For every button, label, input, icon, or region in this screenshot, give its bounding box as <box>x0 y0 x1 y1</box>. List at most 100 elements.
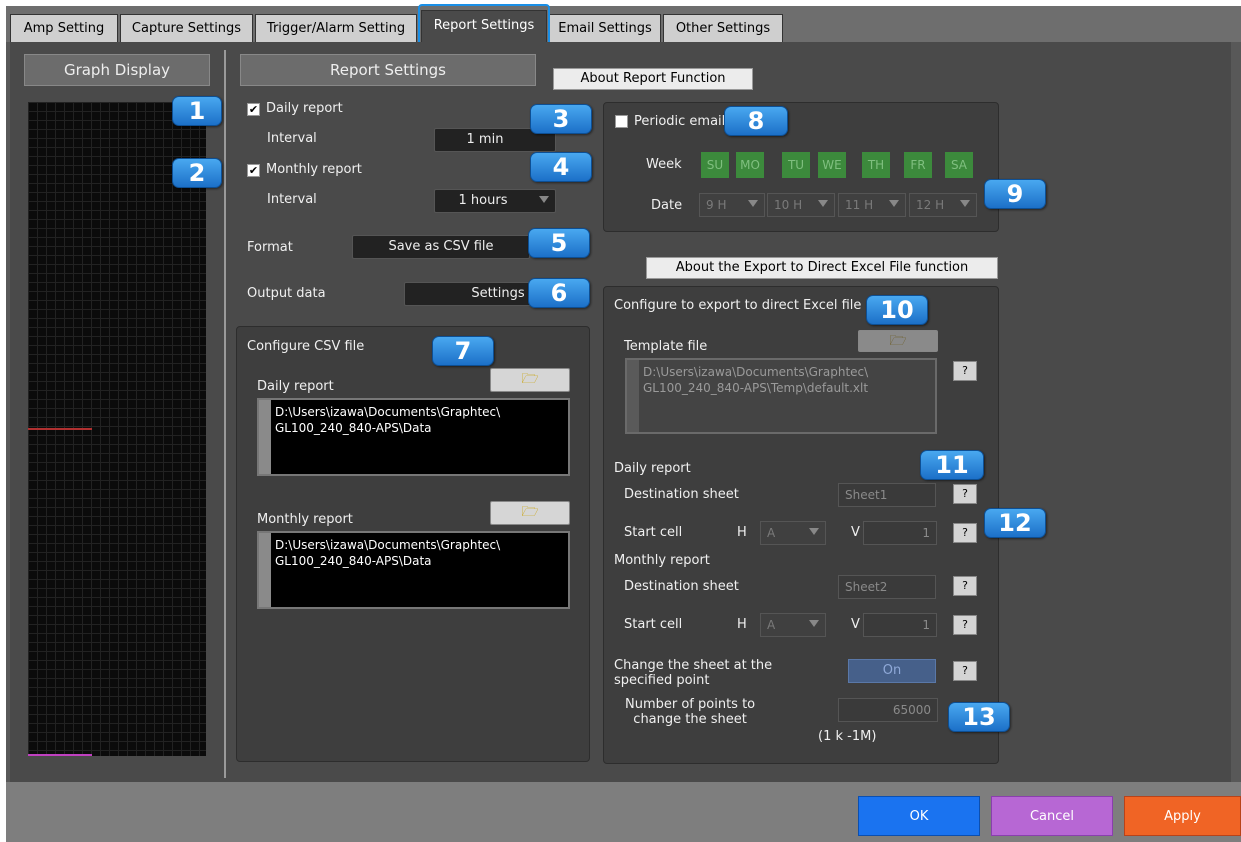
template-path-text: D:\Users\izawa\Documents\Graphtec\ GL100… <box>643 364 868 396</box>
day-th[interactable]: TH <box>862 152 890 178</box>
excel-daily-h-label: H <box>737 525 747 540</box>
hour-select-4-value: 12 H <box>916 198 945 212</box>
day-tu[interactable]: TU <box>782 152 810 178</box>
hour-select-1[interactable]: 9 H <box>699 193 765 217</box>
csv-daily-folder-button[interactable]: 🗁 <box>490 368 570 392</box>
hour-select-2-value: 10 H <box>774 198 803 212</box>
about-report-function-button[interactable]: About Report Function <box>553 68 753 90</box>
csv-monthly-folder-button[interactable]: 🗁 <box>490 501 570 525</box>
excel-daily-h-select[interactable]: A <box>760 521 826 545</box>
monthly-report-checkbox[interactable]: ✔ <box>247 164 260 177</box>
csv-monthly-path[interactable]: D:\Users\izawa\Documents\Graphtec\ GL100… <box>257 531 570 609</box>
points-label-line2: change the sheet <box>633 712 747 727</box>
folder-icon: 🗁 <box>521 504 539 520</box>
tab-trigger-alarm-setting[interactable]: Trigger/Alarm Setting <box>255 14 417 42</box>
csv-daily-label: Daily report <box>257 379 334 394</box>
excel-daily-dest-input[interactable]: Sheet1 <box>838 483 936 507</box>
cancel-button[interactable]: Cancel <box>991 796 1113 836</box>
tab-other-settings[interactable]: Other Settings <box>663 14 783 42</box>
csv-monthly-path-line2: GL100_240_840-APS\Data <box>275 554 432 568</box>
daily-report-checkbox[interactable]: ✔ <box>247 103 260 116</box>
badge-10: 10 <box>866 295 928 325</box>
badge-5: 5 <box>528 228 590 258</box>
template-path-line1: D:\Users\izawa\Documents\Graphtec\ <box>643 365 869 379</box>
hour-select-2[interactable]: 10 H <box>767 193 835 217</box>
path-grip <box>259 400 271 474</box>
periodic-email-label: Periodic email <box>634 114 726 129</box>
csv-daily-path[interactable]: D:\Users\izawa\Documents\Graphtec\ GL100… <box>257 398 570 476</box>
excel-monthly-label: Monthly report <box>614 553 710 568</box>
graph-trace-red <box>28 428 92 430</box>
graph-trace-magenta <box>28 754 92 756</box>
points-label: Number of points to change the sheet <box>625 697 755 727</box>
csv-panel-title: Configure CSV file <box>247 339 365 354</box>
day-mo[interactable]: MO <box>736 152 764 178</box>
template-path-line2: GL100_240_840-APS\Temp\default.xlt <box>643 381 869 395</box>
graph-display <box>28 102 206 756</box>
monthly-interval-value: 1 hours <box>458 193 508 208</box>
day-we[interactable]: WE <box>818 152 846 178</box>
ok-button[interactable]: OK <box>858 796 980 836</box>
excel-daily-dest-help-button[interactable]: ? <box>953 484 977 504</box>
badge-13: 13 <box>948 702 1010 732</box>
template-file-path[interactable]: D:\Users\izawa\Documents\Graphtec\ GL100… <box>625 358 937 434</box>
excel-monthly-h-value: A <box>767 618 776 632</box>
periodic-email-checkbox[interactable] <box>615 115 628 128</box>
monthly-interval-select[interactable]: 1 hours <box>434 189 556 213</box>
csv-monthly-label: Monthly report <box>257 512 353 527</box>
template-file-label: Template file <box>624 339 708 354</box>
divider <box>224 50 226 778</box>
points-range-label: (1 k -1M) <box>818 729 877 744</box>
change-sheet-toggle[interactable]: On <box>848 659 936 683</box>
csv-daily-path-line1: D:\Users\izawa\Documents\Graphtec\ <box>275 405 501 419</box>
template-folder-button[interactable]: 🗁 <box>858 330 938 352</box>
day-fr[interactable]: FR <box>904 152 932 178</box>
tab-capture-settings[interactable]: Capture Settings <box>120 14 253 42</box>
format-select[interactable]: Save as CSV file <box>352 235 530 259</box>
template-help-button[interactable]: ? <box>953 361 977 381</box>
chevron-down-icon <box>539 196 549 203</box>
excel-monthly-h-select[interactable]: A <box>760 613 826 637</box>
csv-daily-path-line2: GL100_240_840-APS\Data <box>275 421 432 435</box>
format-label: Format <box>247 240 293 255</box>
excel-monthly-dest-input[interactable]: Sheet2 <box>838 575 936 599</box>
tab-amp-setting[interactable]: Amp Setting <box>10 14 118 42</box>
hour-select-4[interactable]: 12 H <box>909 193 977 217</box>
day-sa[interactable]: SA <box>945 152 973 178</box>
badge-3: 3 <box>530 104 592 134</box>
badge-1: 1 <box>172 96 222 126</box>
excel-monthly-h-label: H <box>737 617 747 632</box>
csv-monthly-path-text: D:\Users\izawa\Documents\Graphtec\ GL100… <box>275 537 500 569</box>
excel-daily-label: Daily report <box>614 461 691 476</box>
excel-monthly-dest-label: Destination sheet <box>624 579 739 594</box>
excel-daily-dest-label: Destination sheet <box>624 487 739 502</box>
hour-select-3[interactable]: 11 H <box>838 193 906 217</box>
badge-7: 7 <box>432 336 494 366</box>
excel-monthly-v-input[interactable]: 1 <box>863 613 937 637</box>
points-label-line1: Number of points to <box>625 697 756 712</box>
graph-display-header: Graph Display <box>24 54 210 86</box>
tab-email-settings[interactable]: Email Settings <box>549 14 661 42</box>
monthly-interval-label: Interval <box>267 192 317 207</box>
excel-monthly-dest-help-button[interactable]: ? <box>953 576 977 596</box>
points-input[interactable]: 65000 <box>838 698 938 722</box>
excel-monthly-start-help-button[interactable]: ? <box>953 615 977 635</box>
folder-icon: 🗁 <box>889 333 907 349</box>
chevron-down-icon <box>960 200 970 207</box>
about-excel-export-button[interactable]: About the Export to Direct Excel File fu… <box>646 257 998 279</box>
change-sheet-label-line1: Change the sheet at the <box>614 658 773 673</box>
day-su[interactable]: SU <box>701 152 729 178</box>
change-sheet-label-line2: specified point <box>614 673 710 688</box>
chevron-down-icon <box>748 200 758 207</box>
excel-daily-h-value: A <box>767 526 776 540</box>
path-grip <box>627 360 639 432</box>
chevron-down-icon <box>809 620 819 627</box>
excel-daily-v-input[interactable]: 1 <box>863 521 937 545</box>
week-label: Week <box>646 157 682 172</box>
apply-button[interactable]: Apply <box>1124 796 1241 836</box>
daily-report-label: Daily report <box>266 101 343 116</box>
excel-daily-start-help-button[interactable]: ? <box>953 523 977 543</box>
date-label: Date <box>651 198 683 213</box>
change-sheet-label: Change the sheet at the specified point <box>614 658 772 688</box>
change-sheet-help-button[interactable]: ? <box>953 661 977 681</box>
